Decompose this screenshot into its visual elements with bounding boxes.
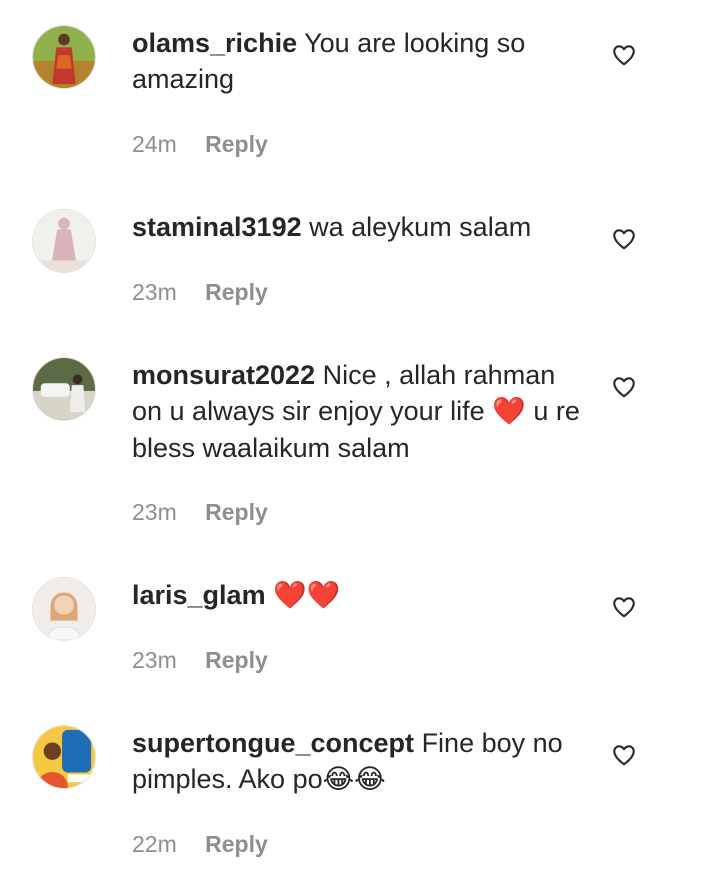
comment-meta: 23m Reply [132, 279, 268, 306]
comment-time: 23m [132, 279, 177, 305]
comment-body: supertongue_concept Fine boy no pimples.… [132, 725, 592, 798]
comment-time: 23m [132, 647, 177, 673]
like-button[interactable] [611, 594, 637, 620]
user-avatar[interactable] [32, 577, 96, 641]
user-avatar-icon [33, 358, 95, 420]
comments-list: olams_richie You are looking so amazing … [0, 0, 720, 871]
heart-outline-icon [613, 597, 635, 618]
comment-body: laris_glam ❤️❤️ [132, 577, 592, 614]
heart-emoji: ❤️❤️ [273, 580, 341, 611]
comment-username[interactable]: monsurat2022 [132, 360, 315, 390]
user-avatar-icon [33, 726, 95, 788]
heart-emoji: ❤️ [492, 396, 526, 427]
laughing-emoji: 😂😂 [322, 764, 386, 795]
comment-meta: 24m Reply [132, 131, 268, 158]
comment-body: staminal3192 wa aleykum salam [132, 209, 592, 245]
comment-username[interactable]: staminal3192 [132, 212, 302, 242]
comment-time: 23m [132, 499, 177, 525]
heart-outline-icon [613, 745, 635, 766]
reply-button[interactable]: Reply [205, 647, 268, 674]
user-avatar[interactable] [32, 25, 96, 89]
comment-username[interactable]: supertongue_concept [132, 728, 414, 758]
comment-text: wa aleykum salam [309, 212, 532, 242]
user-avatar[interactable] [32, 725, 96, 789]
user-avatar-icon [33, 210, 95, 272]
comment-username[interactable]: laris_glam [132, 580, 266, 610]
like-button[interactable] [611, 374, 637, 400]
reply-button[interactable]: Reply [205, 831, 268, 858]
user-avatar[interactable] [32, 357, 96, 421]
user-avatar-icon [33, 578, 95, 640]
comment-time: 24m [132, 131, 177, 157]
heart-outline-icon [613, 229, 635, 250]
comment-meta: 22m Reply [132, 831, 268, 858]
comment-body: olams_richie You are looking so amazing [132, 25, 592, 97]
reply-button[interactable]: Reply [205, 131, 268, 158]
comment-body: monsurat2022 Nice , allah rahman on u al… [132, 357, 592, 466]
like-button[interactable] [611, 742, 637, 768]
like-button[interactable] [611, 42, 637, 68]
user-avatar[interactable] [32, 209, 96, 273]
user-avatar-icon [33, 26, 95, 88]
comment-meta: 23m Reply [132, 499, 268, 526]
reply-button[interactable]: Reply [205, 499, 268, 526]
heart-outline-icon [613, 45, 635, 66]
heart-outline-icon [613, 377, 635, 398]
comment-time: 22m [132, 831, 177, 857]
comment-username[interactable]: olams_richie [132, 28, 297, 58]
comment-meta: 23m Reply [132, 647, 268, 674]
reply-button[interactable]: Reply [205, 279, 268, 306]
like-button[interactable] [611, 226, 637, 252]
